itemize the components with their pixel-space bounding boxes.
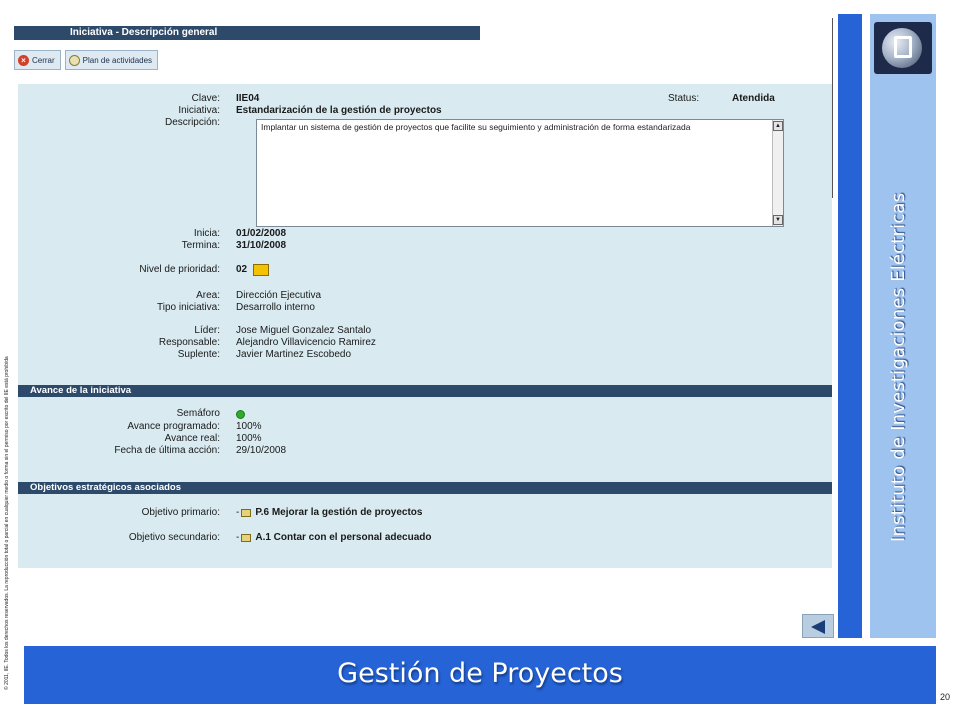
semaforo-label: Semáforo xyxy=(176,408,220,419)
priority-color-swatch xyxy=(253,264,270,276)
objective-folder-icon xyxy=(241,534,252,542)
iniciativa-value: Estandarización de la gestión de proyect… xyxy=(236,105,442,116)
clave-value: IIE04 xyxy=(236,93,260,104)
semaforo-row: Semáforo xyxy=(18,408,245,420)
accent-strip xyxy=(838,14,862,638)
objetivo-secundario-row: Objetivo secundario: - A.1 Contar con el… xyxy=(18,532,432,544)
back-button[interactable] xyxy=(802,614,834,638)
suplente-row: Suplente: Javier Martinez Escobedo xyxy=(18,349,351,361)
objetivo-primario-link[interactable]: P.6 Mejorar la gestión de proyectos xyxy=(255,507,422,519)
status-value: Atendida xyxy=(732,93,775,104)
close-button-label: Cerrar xyxy=(32,55,55,65)
institute-name: Instituto de Investigaciones Eléctricas xyxy=(888,192,909,542)
scroll-down-icon[interactable]: ▼ xyxy=(773,215,783,225)
initiative-panel: Clave: IIE04 Status: Atendida Iniciativa… xyxy=(18,84,832,568)
responsable-value: Alejandro Villavicencio Ramirez xyxy=(236,337,376,348)
tipo-label: Tipo iniciativa: xyxy=(157,302,220,313)
area-value: Dirección Ejecutiva xyxy=(236,290,322,301)
termina-value: 31/10/2008 xyxy=(236,240,287,251)
suplente-value: Javier Martinez Escobedo xyxy=(236,349,352,360)
avance-real-label: Avance real: xyxy=(164,433,220,444)
status-row: Status: Atendida xyxy=(668,93,775,105)
avance-real-value: 100% xyxy=(236,433,262,444)
window-title: Iniciativa - Descripción general xyxy=(14,26,480,40)
lider-value: Jose Miguel Gonzalez Santalo xyxy=(236,325,372,336)
objetivo-primario-label: Objetivo primario: xyxy=(141,507,220,518)
tipo-row: Tipo iniciativa: Desarrollo interno xyxy=(18,302,315,314)
inicia-value: 01/02/2008 xyxy=(236,228,287,239)
objetivo-primario-bullet: - xyxy=(236,507,240,518)
prioridad-row: Nivel de prioridad: 02 xyxy=(18,264,270,276)
area-label: Area: xyxy=(196,290,220,301)
close-button[interactable]: × Cerrar xyxy=(14,50,61,70)
fecha-accion-row: Fecha de última acción: 29/10/2008 xyxy=(18,445,286,457)
termina-row: Termina: 31/10/2008 xyxy=(18,240,286,252)
clave-label: Clave: xyxy=(191,93,220,104)
lider-label: Líder: xyxy=(194,325,220,336)
avance-programado-value: 100% xyxy=(236,421,262,432)
window-frame-edge xyxy=(832,18,833,198)
app-window: Iniciativa - Descripción general × Cerra… xyxy=(14,20,834,568)
avance-real-row: Avance real: 100% xyxy=(18,433,262,445)
clave-row: Clave: IIE04 xyxy=(18,93,260,105)
responsable-label: Responsable: xyxy=(158,337,220,348)
activity-plan-label: Plan de actividades xyxy=(82,55,153,65)
status-label: Status: xyxy=(668,93,700,104)
close-icon: × xyxy=(18,54,29,66)
descripcion-label: Descripción: xyxy=(164,117,220,128)
footer-banner: Gestión de Proyectos xyxy=(24,646,936,704)
fecha-accion-label: Fecha de última acción: xyxy=(114,445,220,456)
area-row: Area: Dirección Ejecutiva xyxy=(18,290,321,302)
avance-programado-row: Avance programado: 100% xyxy=(18,421,262,433)
descripcion-row: Descripción: xyxy=(18,117,236,129)
activity-plan-button[interactable]: Plan de actividades xyxy=(64,50,159,70)
description-textarea[interactable]: Implantar un sistema de gestión de proye… xyxy=(256,119,784,227)
avance-section-header: Avance de la iniciativa xyxy=(18,385,832,397)
prioridad-value: 02 xyxy=(236,264,248,275)
tipo-value: Desarrollo interno xyxy=(236,302,315,313)
objetivo-secundario-link[interactable]: A.1 Contar con el personal adecuado xyxy=(255,532,431,544)
iniciativa-label: Iniciativa: xyxy=(178,105,220,116)
toolbar: × Cerrar Plan de actividades xyxy=(14,50,159,72)
prioridad-label: Nivel de prioridad: xyxy=(139,264,220,275)
objetivo-secundario-label: Objetivo secundario: xyxy=(128,532,220,543)
iie-logo-icon xyxy=(874,22,932,74)
objetivo-primario-row: Objetivo primario: - P.6 Mejorar la gest… xyxy=(18,507,423,519)
inicia-row: Inicia: 01/02/2008 xyxy=(18,228,286,240)
responsable-row: Responsable: Alejandro Villavicencio Ram… xyxy=(18,337,376,349)
lider-row: Líder: Jose Miguel Gonzalez Santalo xyxy=(18,325,371,337)
back-arrow-icon xyxy=(811,620,825,634)
page-number: 20 xyxy=(940,692,951,702)
lightning-icon xyxy=(894,36,912,58)
inicia-label: Inicia: xyxy=(193,228,220,239)
objective-folder-icon xyxy=(241,509,252,517)
suplente-label: Suplente: xyxy=(177,349,220,360)
description-text: Implantar un sistema de gestión de proye… xyxy=(261,122,691,132)
objetivo-secundario-bullet: - xyxy=(236,532,240,543)
scroll-up-icon[interactable]: ▲ xyxy=(773,121,783,131)
footer-title: Gestión de Proyectos xyxy=(337,658,623,689)
calendar-icon xyxy=(68,54,80,66)
avance-programado-label: Avance programado: xyxy=(127,421,220,432)
copyright-notice: © 2011, IIE. Todos los derechos reservad… xyxy=(4,356,10,690)
objetivos-section-header: Objetivos estratégicos asociados xyxy=(18,482,832,494)
termina-label: Termina: xyxy=(181,240,220,251)
description-scrollbar[interactable]: ▲ ▼ xyxy=(772,120,783,226)
iniciativa-row: Iniciativa: Estandarización de la gestió… xyxy=(18,105,442,117)
semaforo-indicator-icon xyxy=(236,409,245,419)
fecha-accion-value: 29/10/2008 xyxy=(236,445,287,456)
institute-panel: Instituto de Investigaciones Eléctricas xyxy=(870,14,936,638)
